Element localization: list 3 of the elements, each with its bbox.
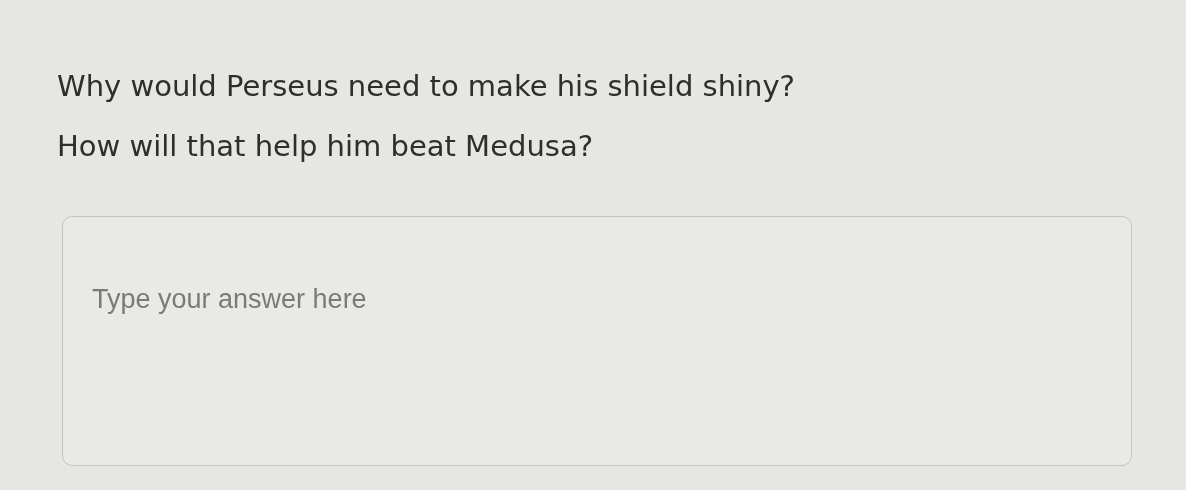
answer-box[interactable]: Type your answer here [62,216,1132,466]
question-text: How will that help him beat Medusa? [57,128,595,165]
question-text: Why would Perseus need to make his shield shiny? [57,68,796,105]
